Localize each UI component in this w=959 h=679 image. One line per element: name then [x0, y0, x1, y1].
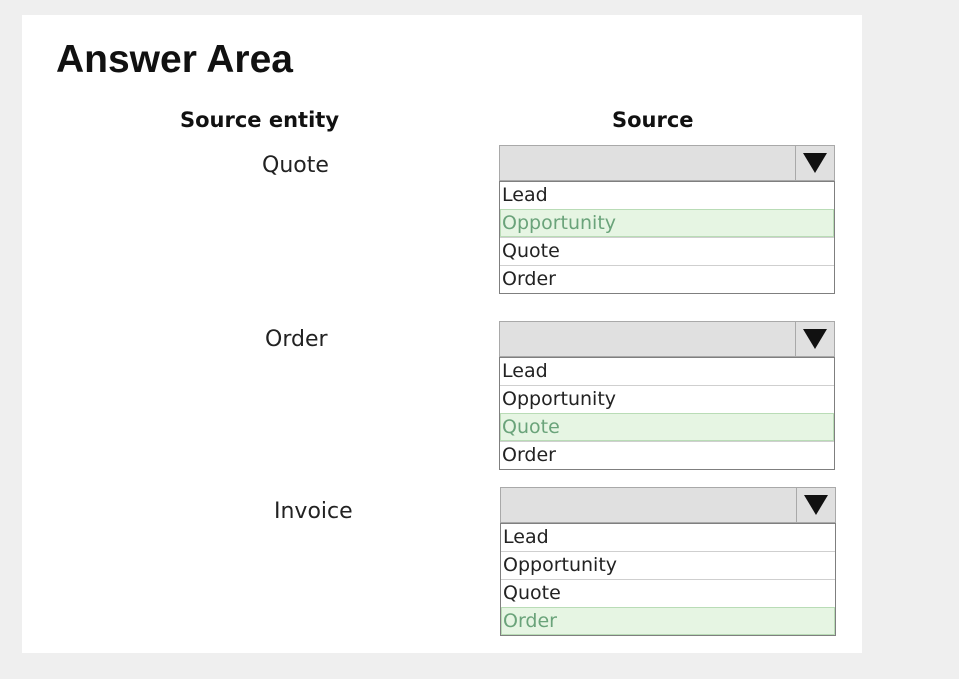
dropdown-toggle[interactable] [499, 145, 835, 181]
source-dropdown-order[interactable]: Lead Opportunity Quote Order [499, 321, 835, 470]
option-opportunity[interactable]: Opportunity [500, 209, 834, 237]
entity-label-quote: Quote [262, 153, 329, 178]
dropdown-toggle[interactable] [499, 321, 835, 357]
option-opportunity[interactable]: Opportunity [500, 385, 834, 413]
option-lead[interactable]: Lead [500, 181, 834, 209]
entity-label-invoice: Invoice [274, 499, 353, 524]
dropdown-toggle[interactable] [500, 487, 836, 523]
page-title: Answer Area [56, 38, 293, 81]
option-quote[interactable]: Quote [501, 579, 835, 607]
option-opportunity[interactable]: Opportunity [501, 551, 835, 579]
source-dropdown-quote[interactable]: Lead Opportunity Quote Order [499, 145, 835, 294]
dropdown-options: Lead Opportunity Quote Order [499, 357, 835, 470]
triangle-down-icon [803, 153, 827, 173]
option-lead[interactable]: Lead [500, 357, 834, 385]
dropdown-arrow-button[interactable] [795, 146, 834, 180]
option-quote[interactable]: Quote [500, 237, 834, 265]
option-order[interactable]: Order [500, 265, 834, 293]
option-order[interactable]: Order [500, 441, 834, 469]
option-lead[interactable]: Lead [501, 523, 835, 551]
entity-label-order: Order [265, 327, 328, 352]
triangle-down-icon [804, 495, 828, 515]
dropdown-options: Lead Opportunity Quote Order [500, 523, 836, 636]
dropdown-options: Lead Opportunity Quote Order [499, 181, 835, 294]
source-dropdown-invoice[interactable]: Lead Opportunity Quote Order [500, 487, 836, 636]
answer-area-panel: Answer Area Source entity Source Quote L… [22, 15, 862, 653]
source-entity-header: Source entity [180, 108, 340, 132]
triangle-down-icon [803, 329, 827, 349]
option-quote[interactable]: Quote [500, 413, 834, 441]
dropdown-arrow-button[interactable] [796, 488, 835, 522]
option-order[interactable]: Order [501, 607, 835, 635]
dropdown-arrow-button[interactable] [795, 322, 834, 356]
source-header: Source [612, 108, 694, 132]
